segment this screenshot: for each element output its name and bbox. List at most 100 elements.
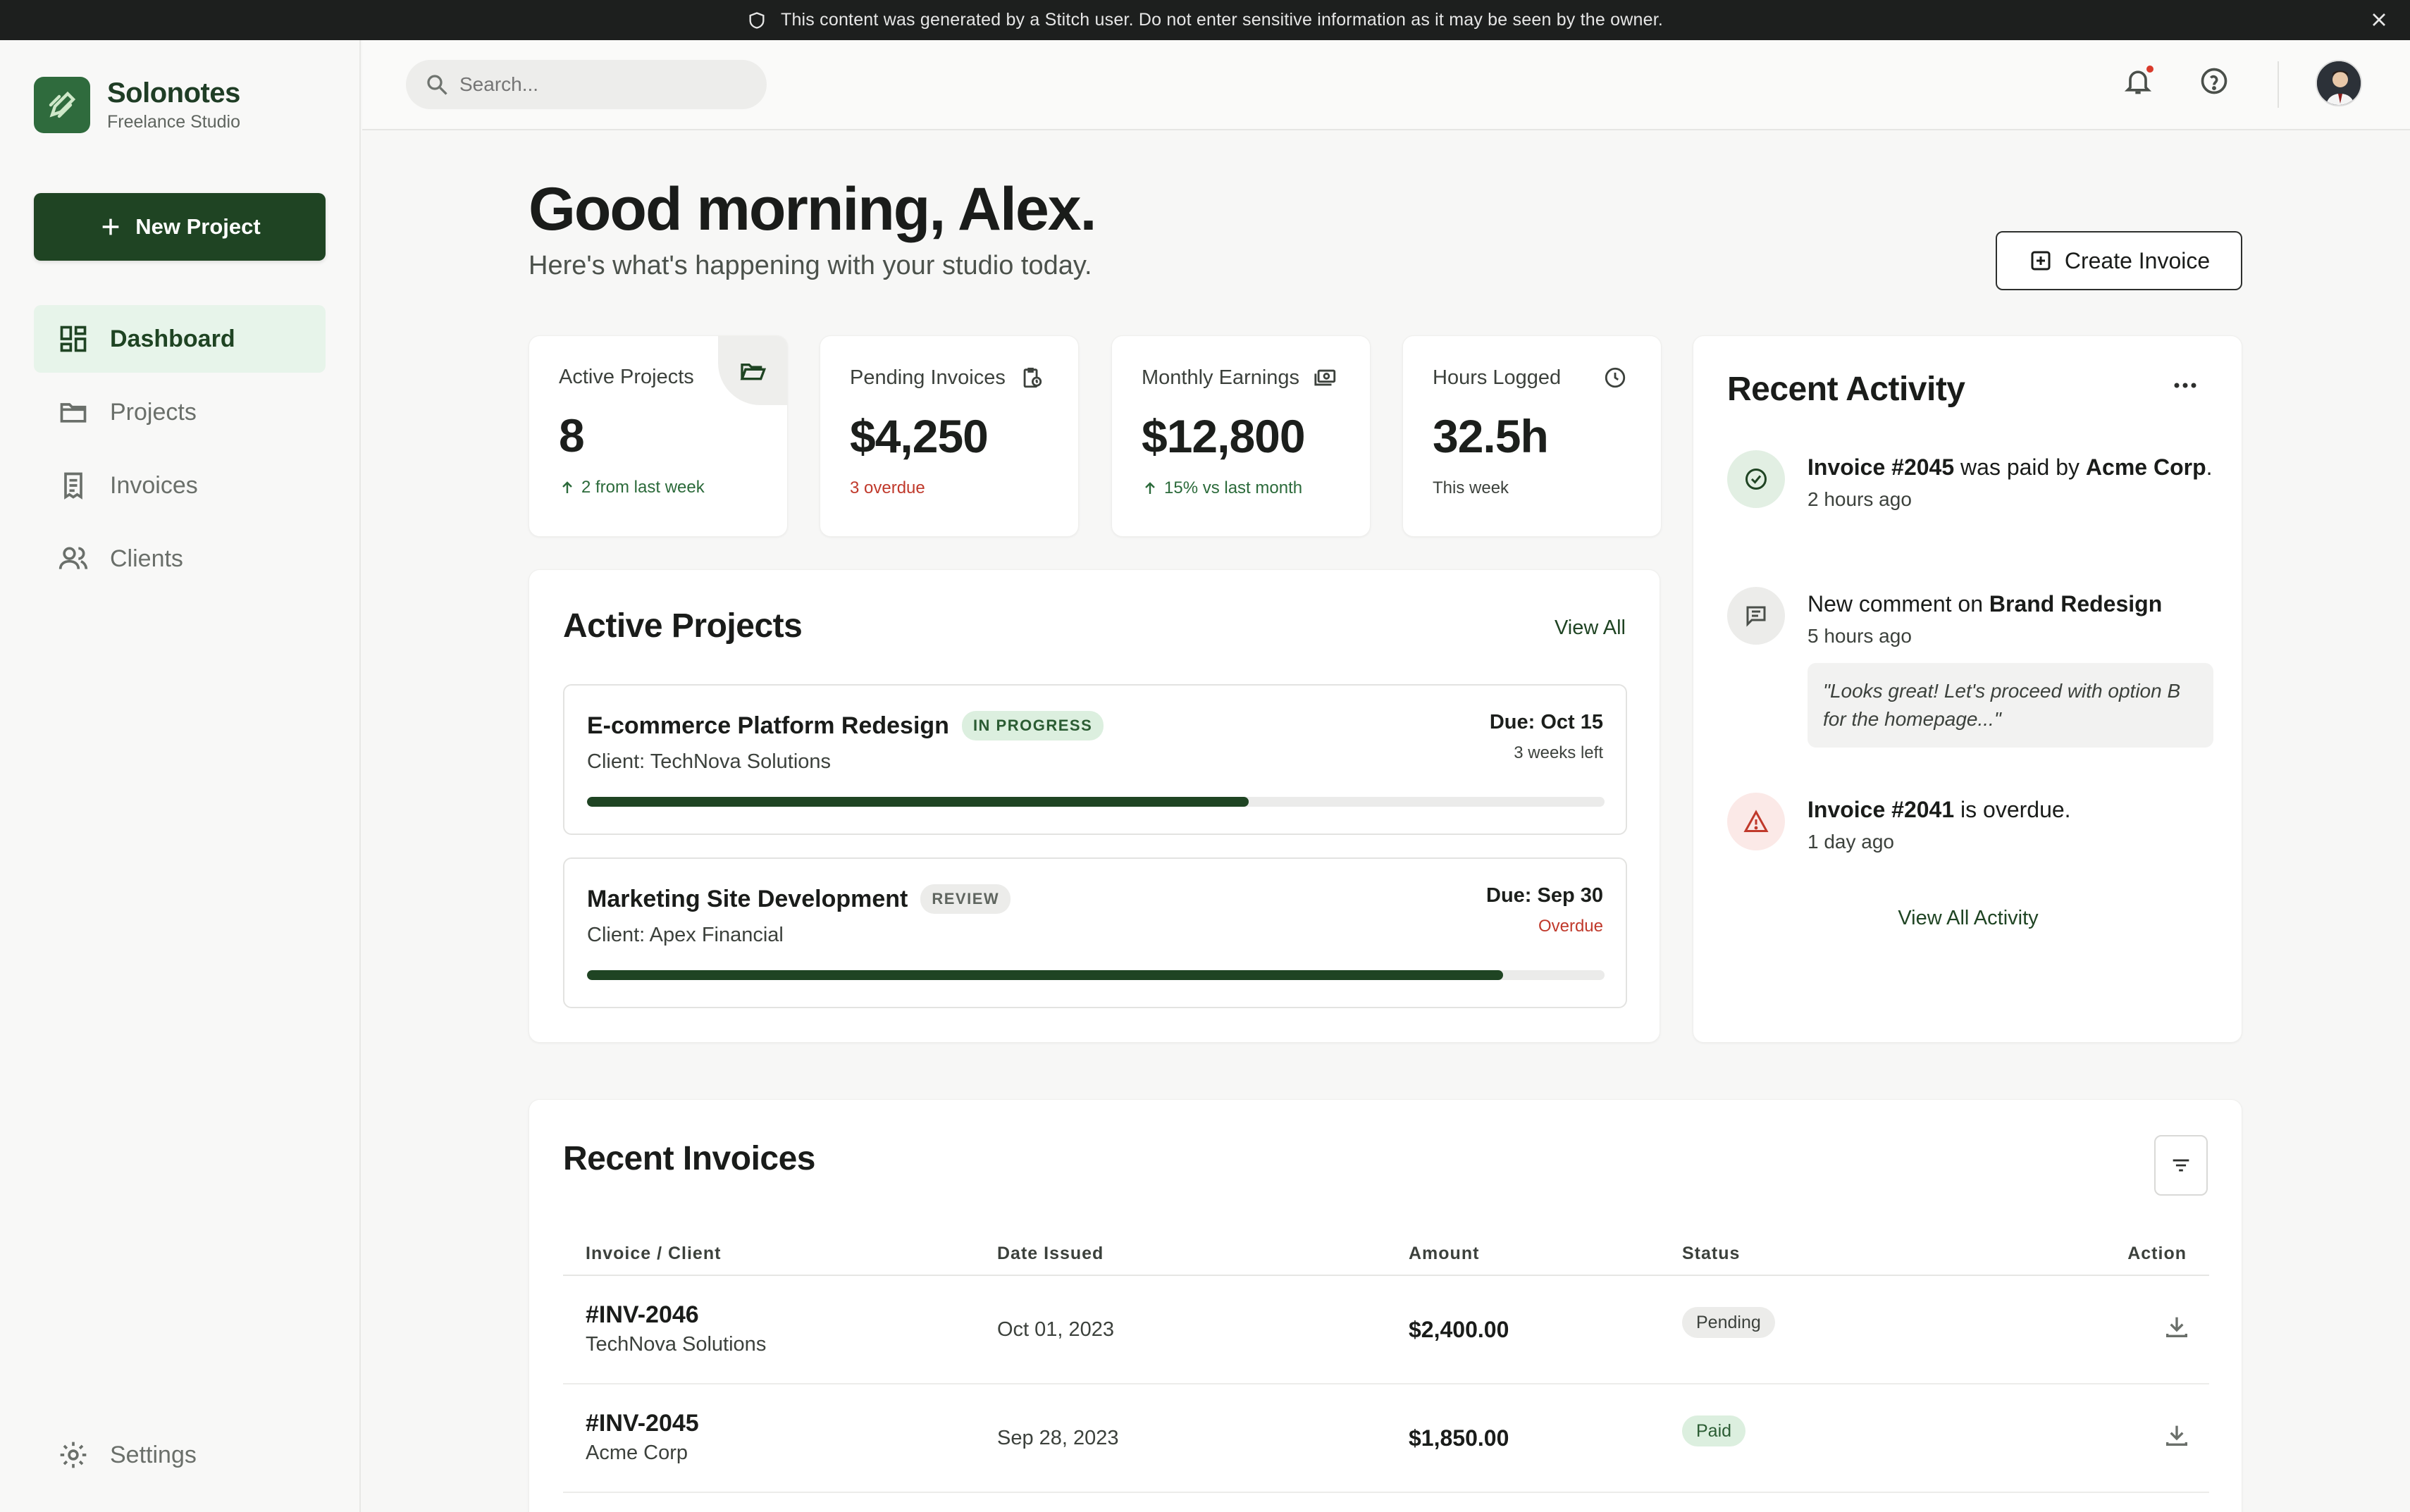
activity-time: 5 hours ago [1808,625,1912,647]
comment-icon [1746,606,1766,627]
close-icon[interactable] [2368,8,2390,31]
sidebar-nav: Dashboard Projects Invoices Clients [34,305,326,598]
stat-card-pending-invoices: Pending Invoices $4,250 3 overdue [820,335,1079,537]
invoice-id: #INV-2045 [586,1410,699,1437]
project-card[interactable]: Marketing Site Development REVIEW Client… [563,857,1627,1008]
top-header [362,40,2410,130]
column-header: Status [1682,1244,1741,1263]
invoice-id: #INV-2046 [586,1301,699,1328]
cash-icon [1314,369,1336,386]
gear-icon [60,1442,87,1468]
recent-activity-panel: Recent Activity Invoice #2045 was paid b… [1693,335,2242,1043]
download-icon[interactable] [2163,1313,2191,1341]
search-bar[interactable] [406,60,767,109]
warning-icon [1743,810,1769,832]
notifications-button[interactable] [2117,60,2159,102]
project-remaining: 3 weeks left [1514,743,1603,762]
column-header: Action [2127,1244,2187,1263]
sidebar-item-label: Projects [110,398,197,426]
invoice-date: Sep 28, 2023 [997,1427,1119,1449]
progress-bar [587,970,1605,980]
create-invoice-label: Create Invoice [2064,247,2211,273]
settings-label: Settings [110,1441,197,1468]
brand-logo [34,77,90,133]
sidebar-item-clients[interactable]: Clients [34,525,326,593]
activity-time: 2 hours ago [1808,488,1912,510]
project-client: Client: Apex Financial [587,924,784,946]
page-subtitle: Here's what's happening with your studio… [529,251,1092,280]
project-card[interactable]: E-commerce Platform Redesign IN PROGRESS… [563,684,1627,835]
activity-time: 1 day ago [1808,831,1894,853]
active-projects-panel: Active Projects View All E-commerce Plat… [529,569,1660,1043]
page-title: Good morning, Alex. [529,175,1096,243]
search-input[interactable] [459,73,741,96]
stat-card-hours-logged: Hours Logged 32.5h This week [1402,335,1662,537]
stat-label: Hours Logged [1433,366,1562,389]
stat-subtext: 3 overdue [850,478,925,497]
filter-icon [2173,1159,2189,1172]
column-header: Date Issued [997,1244,1104,1263]
status-badge: Pending [1682,1307,1775,1338]
plus-icon [102,218,119,235]
invoices-table: Invoice / Client Date Issued Amount Stat… [563,1234,2209,1493]
sidebar-item-label: Dashboard [110,325,235,352]
section-title: Active Projects [563,607,803,645]
brand[interactable]: Solonotes Freelance Studio [34,77,240,133]
sidebar-item-label: Invoices [110,471,198,499]
users-icon [58,547,88,569]
table-row[interactable]: #INV-2045 Acme Corp Sep 28, 2023 $1,850.… [563,1384,2209,1493]
section-title: Recent Activity [1727,371,1965,408]
progress-fill [587,970,1503,980]
comment-quote: "Looks great! Let's proceed with option … [1808,663,2213,748]
project-due: Due: Oct 15 [1489,711,1603,733]
activity-icon-badge [1727,450,1785,508]
activity-text: Invoice #2045 was paid by Acme Corp. [1808,454,2213,480]
help-button[interactable] [2193,60,2235,102]
stat-card-active-projects: Active Projects 8 2 from last week [529,335,788,537]
invoice-amount: $1,850.00 [1409,1425,1509,1451]
brand-name: Solonotes [107,78,240,109]
view-all-projects-link[interactable]: View All [1555,616,1626,640]
table-row[interactable]: #INV-2046 TechNova Solutions Oct 01, 202… [563,1276,2209,1384]
stat-subtext: 2 from last week [581,478,705,497]
column-header: Invoice / Client [586,1244,722,1263]
dashboard-icon [60,326,87,352]
project-due: Due: Sep 30 [1486,884,1603,907]
sidebar-item-dashboard[interactable]: Dashboard [34,305,326,373]
invoice-amount: $2,400.00 [1409,1317,1509,1342]
sidebar: Solonotes Freelance Studio New Project D… [0,40,361,1512]
new-project-label: New Project [135,214,261,239]
new-project-button[interactable]: New Project [34,193,326,261]
status-badge: IN PROGRESS [961,711,1104,740]
view-all-activity-link[interactable]: View All Activity [1693,907,2243,930]
brand-subtitle: Freelance Studio [107,112,241,132]
shield-icon [749,11,765,29]
sidebar-item-invoices[interactable]: Invoices [34,452,326,519]
activity-text: Invoice #2041 is overdue. [1808,797,2071,822]
stat-subtext: This week [1433,478,1509,497]
clipboard-clock-icon [1023,367,1042,388]
create-invoice-button[interactable]: Create Invoice [1996,231,2242,290]
stitch-banner: This content was generated by a Stitch u… [0,0,2410,40]
sidebar-item-projects[interactable]: Projects [34,378,326,446]
folder-icon [60,403,87,423]
filter-button[interactable] [2154,1135,2208,1196]
status-badge: REVIEW [920,884,1011,914]
activity-icon-badge [1727,793,1785,850]
more-options-icon[interactable] [2171,378,2199,392]
status-badge: Paid [1682,1415,1746,1446]
stat-value: 32.5h [1433,410,1549,462]
help-icon [2201,68,2227,94]
user-avatar-icon [2317,61,2361,105]
stat-value: $12,800 [1142,410,1306,462]
banner-text: This content was generated by a Stitch u… [780,10,1664,30]
download-icon[interactable] [2163,1421,2191,1449]
plus-square-icon [2031,251,2051,271]
sidebar-item-settings[interactable]: Settings [34,1421,326,1489]
pencil-logo-icon [49,91,76,118]
avatar[interactable] [2316,60,2362,106]
search-icon [427,75,447,95]
activity-icon-badge [1727,587,1785,645]
progress-bar [587,797,1605,807]
table-header: Invoice / Client Date Issued Amount Stat… [563,1234,2209,1276]
